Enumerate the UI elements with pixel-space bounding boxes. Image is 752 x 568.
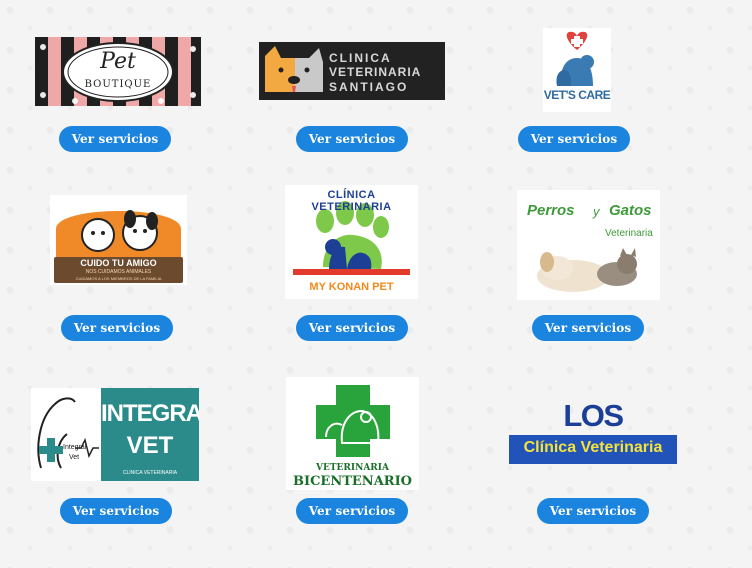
logo-line-2: VETERINARIA	[329, 65, 422, 79]
logo-line-2: BICENTENARIO	[293, 474, 412, 489]
logo-my-konan-pet: CLÍNICA VETERINARIA MY KONAN PET	[285, 185, 418, 299]
logo-word-veterinaria: Veterinaria	[605, 228, 653, 239]
ver-servicios-button-7[interactable]: Ver servicios	[60, 498, 172, 524]
cross-pet-icon	[37, 397, 99, 469]
logo-line-1: VETERINARIA	[316, 463, 389, 473]
logo-word-y: y	[593, 204, 600, 219]
logo-title: CUIDO TU AMIGO	[80, 258, 157, 268]
logo-subtitle: BOUTIQUE	[84, 79, 152, 90]
logo-line-1: CLINICA	[329, 51, 392, 65]
logo-subtitle: Clínica Veterinaria	[523, 439, 663, 456]
logo-word-perros: Perros	[527, 202, 575, 219]
logo-clinica-santiago: CLINICA VETERINARIA SANTIAGO	[259, 42, 445, 100]
logo-los-robles: LOS ROBLES Clínica Veterinaria	[509, 402, 677, 464]
logo-perros-y-gatos: Perros y Gatos Veterinaria	[517, 190, 660, 300]
logo-arc-text: CLÍNICA VETERINARIA	[311, 189, 392, 213]
logo-title: VET'S CARE	[543, 88, 611, 102]
logo-small-vet: Vet	[69, 454, 80, 461]
logo-subtitle: CLINICA VETERINARIA	[122, 470, 178, 476]
logo-vets-care: VET'S CARE	[543, 28, 611, 112]
logo-title-vet: VET	[126, 432, 174, 459]
ver-servicios-button-2[interactable]: Ver servicios	[296, 126, 408, 152]
logo-title-integral: INTEGRAL	[101, 400, 199, 427]
logo-pet-boutique: Pet BOUTIQUE	[35, 37, 201, 106]
logo-word-gatos: Gatos	[609, 202, 652, 219]
ver-servicios-button-9[interactable]: Ver servicios	[537, 498, 649, 524]
logo-tagline-1: NOS CUIDAMOS ANIMALES	[85, 269, 152, 275]
logo-cuido-tu-amigo: CUIDO TU AMIGO NOS CUIDAMOS ANIMALES CUI…	[50, 195, 187, 285]
logo-title: Pet	[100, 49, 136, 74]
logo-tagline-2: CUIDAMOS A LOS MIEMBROS DE LA FAMILIA	[75, 276, 162, 281]
ver-servicios-button-5[interactable]: Ver servicios	[296, 315, 408, 341]
logo-bicentenario: VETERINARIA BICENTENARIO	[286, 377, 419, 490]
logo-title: MY KONAN PET	[309, 281, 394, 293]
ver-servicios-button-8[interactable]: Ver servicios	[296, 498, 408, 524]
ver-servicios-button-1[interactable]: Ver servicios	[59, 126, 171, 152]
ver-servicios-button-6[interactable]: Ver servicios	[532, 315, 644, 341]
ver-servicios-button-4[interactable]: Ver servicios	[61, 315, 173, 341]
logo-integral-vet: Integral Vet INTEGRAL VET CLINICA VETERI…	[31, 388, 199, 481]
logo-small-integral: Integral	[63, 444, 87, 451]
cat-dog-icon	[265, 46, 323, 92]
ver-servicios-button-3[interactable]: Ver servicios	[518, 126, 630, 152]
logo-line-3: SANTIAGO	[329, 80, 409, 94]
